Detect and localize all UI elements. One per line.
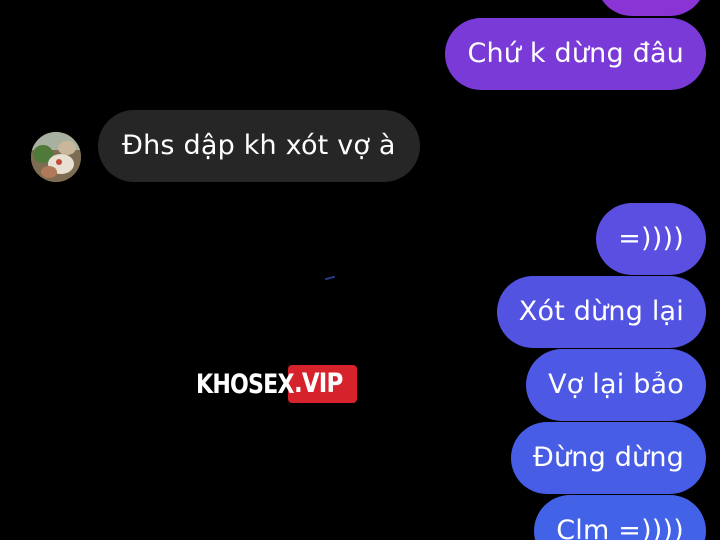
message-text: Chứ k dừng đâu [467, 38, 684, 69]
message-bubble-sent[interactable]: Xót dừng lại [496, 276, 706, 348]
chat-screen: Chứ k dừng đâu Đhs dập kh xót vợ à =))))… [0, 0, 720, 540]
message-bubble-sent[interactable] [596, 0, 706, 16]
message-text: Clm =)))) [556, 515, 684, 540]
watermark-main-text: KHOSEX [196, 368, 295, 400]
contact-avatar[interactable] [31, 132, 81, 182]
message-bubble-sent[interactable]: =)))) [596, 203, 706, 275]
message-bubble-sent[interactable]: Vợ lại bảo [526, 349, 706, 421]
message-text: Đừng dừng [532, 442, 684, 473]
message-text: Vợ lại bảo [548, 369, 684, 400]
message-text: Đhs dập kh xót vợ à [122, 130, 396, 161]
watermark-logo: KHOSEX .VIP [196, 365, 357, 403]
watermark-suffix-badge: .VIP [288, 365, 357, 403]
avatar-image [31, 132, 81, 182]
message-bubble-received[interactable]: Đhs dập kh xót vợ à [98, 110, 420, 182]
decorative-dash [324, 275, 336, 281]
message-bubble-sent[interactable]: Đừng dừng [510, 422, 706, 494]
message-text: =)))) [618, 223, 684, 254]
message-bubble-sent[interactable]: Chứ k dừng đâu [445, 18, 706, 90]
message-text: Xót dừng lại [518, 296, 684, 327]
message-bubble-sent[interactable]: Clm =)))) [534, 495, 706, 540]
watermark-suffix-text: .VIP [294, 368, 343, 399]
